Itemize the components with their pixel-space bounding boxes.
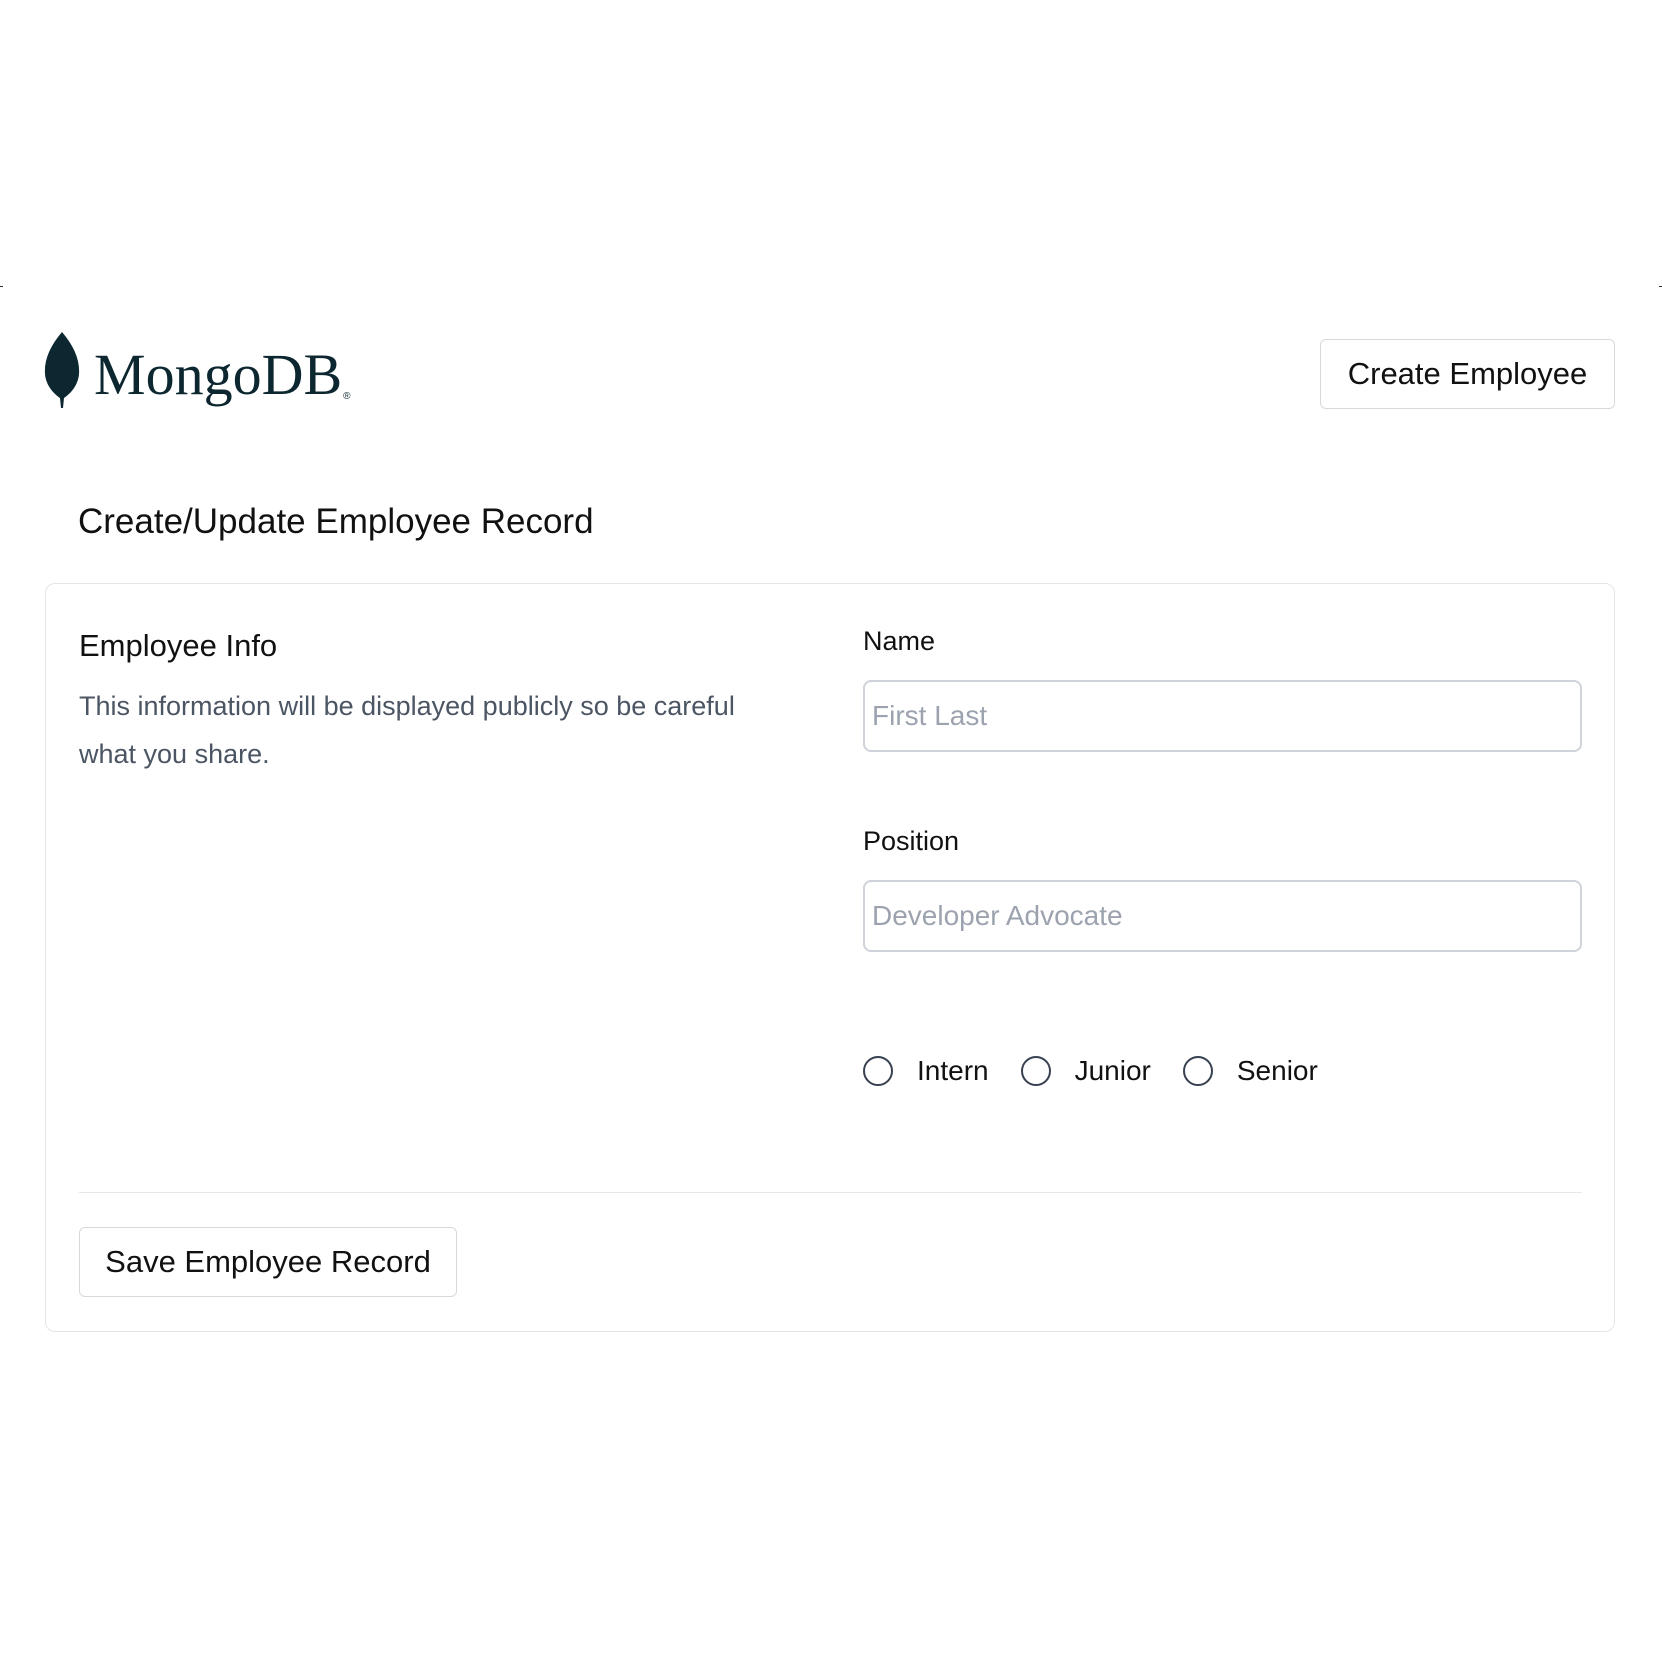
- radio-option-senior[interactable]: Senior: [1182, 1055, 1318, 1087]
- edge-mark-left: [0, 286, 3, 287]
- position-label: Position: [863, 826, 960, 856]
- mongodb-logo[interactable]: MongoDB ®: [44, 332, 351, 408]
- section-title: Employee Info: [79, 628, 278, 663]
- registered-mark: ®: [343, 391, 351, 402]
- radio-button-junior[interactable]: [1020, 1056, 1051, 1086]
- radio-label-junior: Junior: [1074, 1055, 1151, 1086]
- save-employee-record-button[interactable]: Save Employee Record: [79, 1227, 457, 1297]
- radio-option-junior[interactable]: Junior: [1020, 1055, 1151, 1087]
- radio-option-intern[interactable]: Intern: [863, 1055, 989, 1087]
- logo-wordmark: MongoDB: [94, 342, 343, 407]
- section-description: This information will be displayed publi…: [79, 691, 735, 769]
- radio-button-senior[interactable]: [1182, 1056, 1213, 1086]
- form-divider: [79, 1192, 1582, 1193]
- radio-label-intern: Intern: [917, 1055, 989, 1086]
- radio-label-senior: Senior: [1236, 1055, 1318, 1086]
- create-employee-button[interactable]: Create Employee: [1320, 339, 1615, 409]
- radio-button-intern[interactable]: [863, 1056, 893, 1086]
- level-radio-group: Intern Junior Senior: [863, 1055, 1350, 1087]
- page: MongoDB ® Create Employee Create/Update …: [0, 0, 1662, 1662]
- leaf-icon: [44, 332, 80, 408]
- name-input[interactable]: [863, 680, 1582, 752]
- name-label: Name: [863, 626, 936, 656]
- page-title: Create/Update Employee Record: [78, 502, 594, 541]
- position-input[interactable]: [863, 880, 1582, 952]
